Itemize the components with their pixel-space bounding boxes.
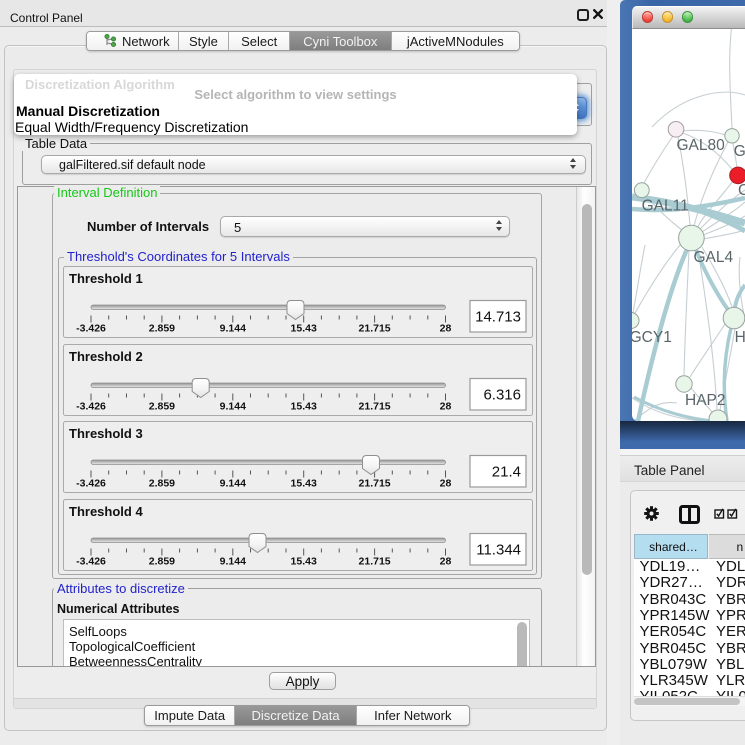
svg-text:GAL80: GAL80 bbox=[677, 137, 726, 154]
svg-text:GAL3: GAL3 bbox=[734, 143, 745, 160]
svg-text:21.715: 21.715 bbox=[359, 555, 391, 567]
svg-text:28: 28 bbox=[440, 478, 452, 490]
svg-text:CDC: CDC bbox=[738, 182, 745, 199]
svg-text:9.144: 9.144 bbox=[220, 323, 246, 335]
svg-text:6.316: 6.316 bbox=[483, 386, 521, 403]
svg-text:21.715: 21.715 bbox=[359, 400, 391, 412]
svg-text:9.144: 9.144 bbox=[220, 478, 246, 490]
svg-text:15.43: 15.43 bbox=[291, 323, 317, 335]
svg-text:-3.426: -3.426 bbox=[76, 400, 106, 412]
svg-text:GAL11: GAL11 bbox=[642, 198, 689, 215]
svg-text:Threshold 3: Threshold 3 bbox=[69, 426, 143, 441]
svg-text:HAP2: HAP2 bbox=[685, 392, 726, 409]
svg-text:2.859: 2.859 bbox=[149, 478, 175, 490]
svg-text:21.715: 21.715 bbox=[359, 323, 391, 335]
svg-text:GCY1: GCY1 bbox=[632, 329, 672, 346]
svg-text:28: 28 bbox=[440, 323, 452, 335]
svg-text:2.859: 2.859 bbox=[149, 400, 175, 412]
svg-text:GAL4: GAL4 bbox=[694, 249, 734, 266]
svg-text:-3.426: -3.426 bbox=[76, 555, 106, 567]
svg-text:21.4: 21.4 bbox=[492, 464, 521, 481]
svg-text:HIS: HIS bbox=[735, 329, 745, 346]
svg-text:15.43: 15.43 bbox=[291, 400, 317, 412]
svg-text:9.144: 9.144 bbox=[220, 555, 246, 567]
svg-text:15.43: 15.43 bbox=[291, 555, 317, 567]
svg-text:28: 28 bbox=[440, 555, 452, 567]
svg-text:-3.426: -3.426 bbox=[76, 323, 106, 335]
svg-text:11.344: 11.344 bbox=[476, 541, 521, 558]
svg-text:9.144: 9.144 bbox=[220, 400, 246, 412]
svg-text:21.715: 21.715 bbox=[359, 478, 391, 490]
svg-text:Threshold 2: Threshold 2 bbox=[69, 349, 143, 364]
svg-text:2.859: 2.859 bbox=[149, 555, 175, 567]
svg-text:Threshold 4: Threshold 4 bbox=[69, 504, 143, 519]
svg-text:14.713: 14.713 bbox=[475, 309, 521, 326]
svg-text:-3.426: -3.426 bbox=[76, 478, 106, 490]
svg-text:Threshold 1: Threshold 1 bbox=[69, 271, 143, 286]
svg-text:28: 28 bbox=[440, 400, 452, 412]
svg-text:15.43: 15.43 bbox=[291, 478, 317, 490]
svg-text:2.859: 2.859 bbox=[149, 323, 175, 335]
